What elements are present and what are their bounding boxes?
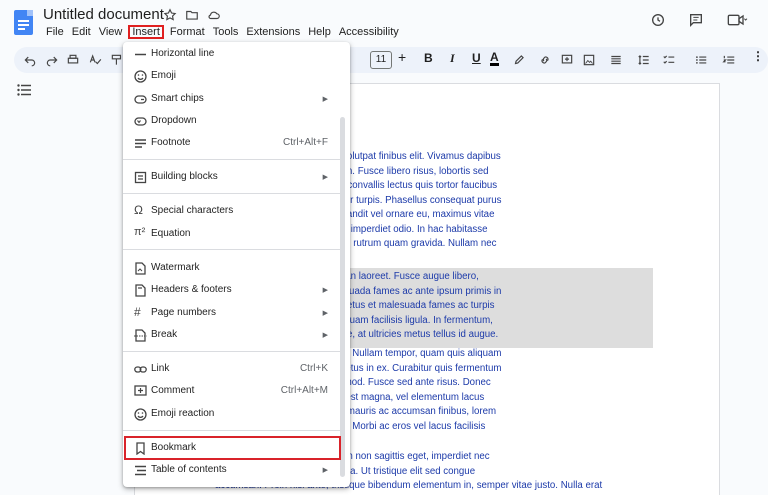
undo-icon[interactable] xyxy=(23,53,37,67)
menu-item-break[interactable]: Break ▶ xyxy=(123,325,350,347)
menu-item-smart-chips[interactable]: Smart chips ▶ xyxy=(123,89,350,111)
document-title[interactable]: Untitled document xyxy=(43,6,164,23)
italic-button[interactable]: I xyxy=(450,51,455,66)
text-color-button[interactable]: A xyxy=(490,51,499,66)
header-footer-icon xyxy=(135,284,146,297)
equation-icon: π² xyxy=(134,226,146,238)
highlight-icon[interactable] xyxy=(512,53,526,67)
comments-icon[interactable] xyxy=(688,12,704,28)
emoji-reaction-icon xyxy=(134,408,147,421)
hash-icon: # xyxy=(134,305,141,319)
font-size-input[interactable]: 11 xyxy=(370,51,392,69)
menu-item-special-characters[interactable]: Ω Special characters xyxy=(123,201,350,223)
menu-view[interactable]: View xyxy=(95,25,127,39)
add-comment-icon[interactable] xyxy=(560,53,574,67)
more-options-icon[interactable]: ⋮ xyxy=(752,49,764,63)
dropdown-icon xyxy=(134,117,147,126)
menu-item-emoji[interactable]: Emoji xyxy=(123,66,350,88)
move-folder-icon[interactable] xyxy=(185,8,199,22)
cloud-saved-icon[interactable] xyxy=(207,8,221,22)
menu-item-footnote[interactable]: Footnote Ctrl+Alt+F xyxy=(123,133,350,155)
meet-icon[interactable] xyxy=(726,12,748,28)
paint-format-icon[interactable] xyxy=(110,53,124,67)
submenu-arrow-icon: ▶ xyxy=(322,287,328,294)
submenu-arrow-icon: ▶ xyxy=(322,332,328,339)
toc-icon xyxy=(135,465,146,476)
menu-format[interactable]: Format xyxy=(166,25,209,39)
emoji-icon xyxy=(134,70,147,83)
horizontal-line-icon xyxy=(135,53,146,56)
menu-item-watermark[interactable]: Watermark xyxy=(123,258,350,280)
spellcheck-icon[interactable] xyxy=(88,53,102,67)
menu-item-horizontal-line[interactable]: Horizontal line xyxy=(123,44,350,66)
menu-item-headers-footers[interactable]: Headers & footers ▶ xyxy=(123,280,350,302)
smart-chips-icon xyxy=(134,95,147,104)
menu-tools[interactable]: Tools xyxy=(209,25,243,39)
submenu-arrow-icon: ▶ xyxy=(322,467,328,474)
increase-font-icon[interactable]: + xyxy=(398,49,406,65)
version-history-icon[interactable] xyxy=(650,12,666,28)
menu-file[interactable]: File xyxy=(42,25,68,39)
bold-button[interactable]: B xyxy=(424,51,433,65)
building-blocks-icon xyxy=(134,171,147,184)
submenu-arrow-icon: ▶ xyxy=(322,174,328,181)
redo-icon[interactable] xyxy=(45,53,59,67)
menu-insert[interactable]: Insert xyxy=(128,25,164,39)
print-icon[interactable] xyxy=(66,53,80,67)
menu-item-dropdown[interactable]: Dropdown xyxy=(123,111,350,133)
star-icon[interactable] xyxy=(163,8,177,22)
break-icon xyxy=(134,329,147,342)
menu-extensions[interactable]: Extensions xyxy=(242,25,304,39)
submenu-arrow-icon: ▶ xyxy=(322,96,328,103)
menu-bar: File Edit View Insert Format Tools Exten… xyxy=(42,25,403,39)
menu-item-link[interactable]: Link Ctrl+K xyxy=(123,359,350,381)
menu-help[interactable]: Help xyxy=(304,25,335,39)
menu-item-building-blocks[interactable]: Building blocks ▶ xyxy=(123,167,350,189)
menu-item-equation[interactable]: π² Equation xyxy=(123,224,350,246)
line-spacing-icon[interactable] xyxy=(637,53,651,67)
menu-accessibility[interactable]: Accessibility xyxy=(335,25,403,39)
link-icon xyxy=(134,366,147,373)
insert-menu: Horizontal line Emoji Smart chips ▶ Drop… xyxy=(123,42,350,487)
comment-icon xyxy=(134,385,147,396)
underline-button[interactable]: U xyxy=(472,51,481,65)
align-icon[interactable] xyxy=(609,53,623,67)
bookmark-highlight-box xyxy=(124,436,341,460)
checklist-icon[interactable] xyxy=(662,53,676,67)
menu-edit[interactable]: Edit xyxy=(68,25,95,39)
watermark-icon xyxy=(135,262,146,275)
omega-icon: Ω xyxy=(134,203,143,217)
docs-logo-icon[interactable] xyxy=(14,10,33,35)
menu-scrollbar[interactable] xyxy=(340,117,345,477)
menu-item-table-of-contents[interactable]: Table of contents ▶ xyxy=(123,460,350,482)
bulleted-list-icon[interactable] xyxy=(694,53,708,67)
document-outline-icon[interactable] xyxy=(17,84,31,96)
menu-item-comment[interactable]: Comment Ctrl+Alt+M xyxy=(123,381,350,403)
insert-image-icon[interactable] xyxy=(582,53,596,67)
submenu-arrow-icon: ▶ xyxy=(322,310,328,317)
numbered-list-icon[interactable] xyxy=(722,53,736,67)
footnote-icon xyxy=(135,139,146,148)
menu-item-page-numbers[interactable]: # Page numbers ▶ xyxy=(123,303,350,325)
menu-item-emoji-reaction[interactable]: Emoji reaction xyxy=(123,404,350,426)
link-icon[interactable] xyxy=(538,53,552,67)
